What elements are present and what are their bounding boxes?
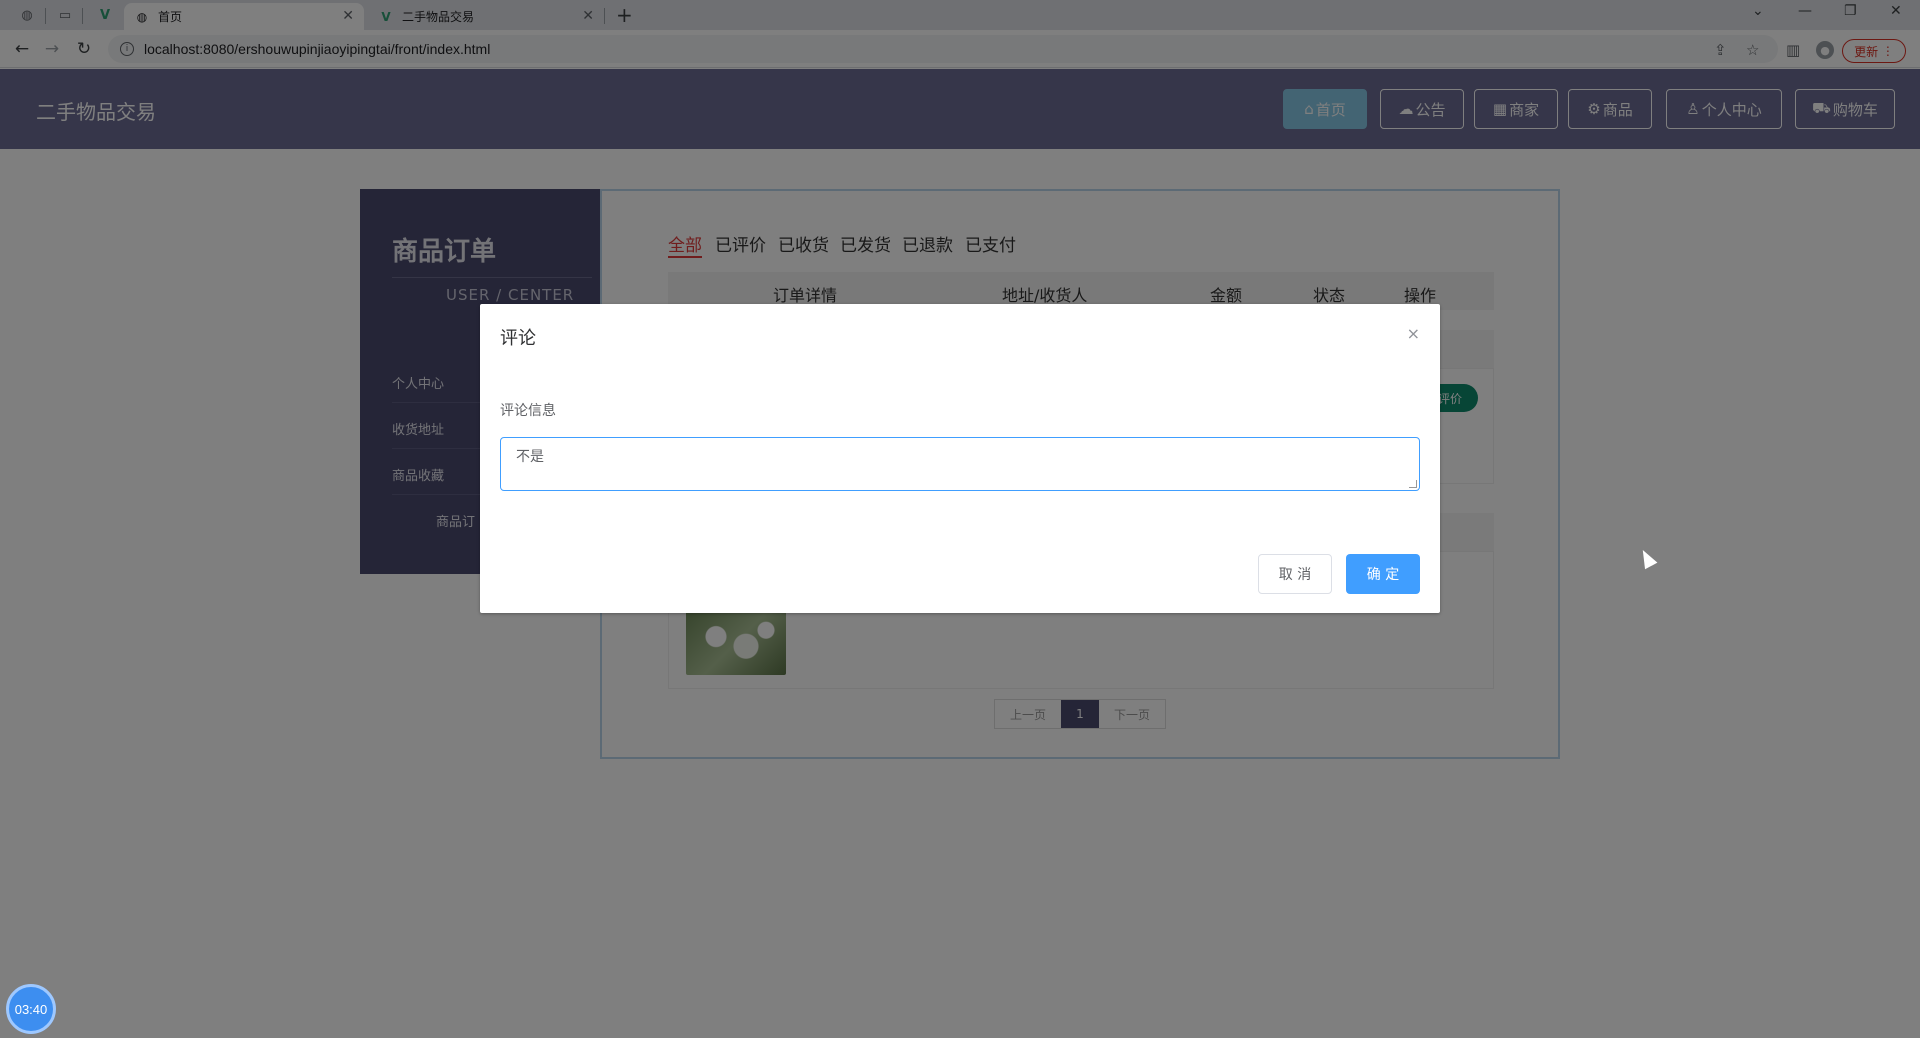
close-icon[interactable]: × [1407, 324, 1420, 343]
confirm-button[interactable]: 确 定 [1346, 554, 1420, 594]
resize-handle[interactable] [1409, 480, 1417, 488]
dialog-title: 评论 [500, 328, 536, 349]
comment-text: 不是 [516, 449, 544, 465]
recording-timer[interactable]: 03:40 [6, 984, 56, 1034]
comment-field-label: 评论信息 [500, 403, 556, 419]
comment-dialog: 评论 × 评论信息 不是 取 消 确 定 [480, 304, 1440, 613]
comment-textarea[interactable]: 不是 [500, 437, 1420, 491]
cancel-button[interactable]: 取 消 [1258, 554, 1332, 594]
